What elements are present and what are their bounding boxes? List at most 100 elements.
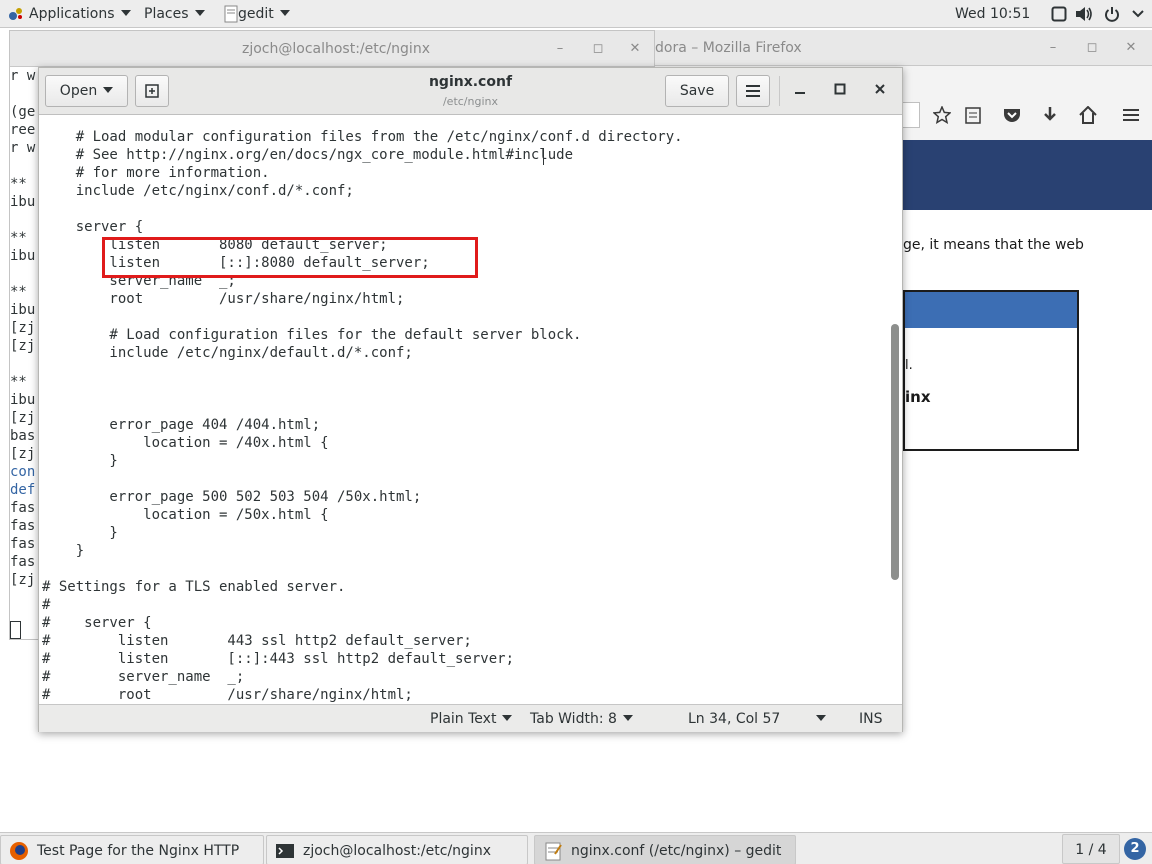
firefox-card-text: l. [905, 358, 913, 373]
close-icon[interactable]: ✕ [1119, 30, 1143, 66]
minimize-icon[interactable]: – [548, 31, 572, 67]
gedit-headerbar[interactable]: Open nginx.conf /etc/nginx Save [39, 68, 902, 115]
firefox-icon [10, 842, 28, 860]
firefox-info-card: l. inx [903, 290, 1079, 451]
firefox-title: dora – Mozilla Firefox [655, 40, 802, 56]
terminal-icon [276, 844, 294, 858]
code-line[interactable]: error_page 500 502 503 504 /50x.html; [42, 488, 421, 506]
clock[interactable]: Wed 10:51 [955, 0, 1030, 28]
places-menu[interactable]: Places [144, 0, 205, 28]
taskbar-item-firefox[interactable]: Test Page for the Nginx HTTP Ser... [0, 835, 264, 864]
code-line[interactable]: } [42, 542, 84, 560]
code-line[interactable]: # for more information. [42, 164, 270, 182]
code-line[interactable]: # server_name _; [42, 668, 244, 686]
terminal-titlebar[interactable]: zjoch@localhost:/etc/nginx – ◻ ✕ [10, 31, 654, 67]
text-editor[interactable]: # Load modular configuration files from … [39, 116, 902, 704]
language-selector[interactable]: Plain Text [430, 705, 513, 733]
top-bar: Applications Places gedit Wed 10:51 [0, 0, 1152, 28]
close-icon[interactable] [866, 78, 894, 104]
bookmark-star-icon[interactable] [933, 106, 951, 124]
vertical-scrollbar[interactable] [891, 324, 899, 580]
gedit-icon [545, 842, 562, 861]
workspace-indicator[interactable]: 1 / 4 [1062, 834, 1120, 864]
open-button-label: Open [59, 83, 98, 99]
code-line[interactable]: # Settings for a TLS enabled server. [42, 578, 345, 596]
status-bar: Plain Text Tab Width: 8 Ln 34, Col 57 IN… [39, 704, 902, 732]
cursor-position-label: Ln 34, Col 57 [688, 711, 781, 727]
firefox-card-header [905, 292, 1077, 328]
code-line[interactable]: # See http://nginx.org/en/docs/ngx_core_… [42, 146, 573, 164]
screen-icon[interactable] [1051, 6, 1067, 22]
code-line[interactable]: } [42, 452, 117, 470]
maximize-icon[interactable]: ◻ [586, 31, 610, 67]
code-line[interactable]: root /usr/share/nginx/html; [42, 290, 404, 308]
code-line[interactable]: error_page 404 /404.html; [42, 416, 320, 434]
chevron-down-icon [194, 10, 205, 16]
system-menu-chevron-icon[interactable] [1132, 10, 1144, 18]
tab-width-selector[interactable]: Tab Width: 8 [530, 705, 633, 733]
reading-list-icon[interactable] [965, 106, 981, 124]
highlight-annotation [102, 237, 478, 278]
minimize-icon[interactable] [786, 78, 814, 104]
hamburger-menu-icon [746, 85, 760, 97]
new-document-icon [145, 84, 159, 98]
document-path: /etc/nginx [442, 95, 499, 108]
chevron-down-icon [622, 715, 633, 721]
gedit-icon [224, 5, 238, 23]
app-menu-label: gedit [238, 6, 274, 22]
code-line[interactable]: # server { [42, 614, 152, 632]
code-line[interactable]: } [42, 524, 117, 542]
pocket-icon[interactable] [1003, 107, 1021, 123]
open-button[interactable]: Open [45, 75, 128, 107]
code-line[interactable]: include /etc/nginx/default.d/*.conf; [42, 344, 412, 362]
app-menu[interactable]: gedit [224, 0, 290, 28]
applications-label: Applications [29, 6, 115, 22]
volume-icon[interactable] [1075, 6, 1093, 22]
places-label: Places [144, 6, 189, 22]
code-line[interactable]: # [42, 596, 50, 614]
taskbar-item-label: Test Page for the Nginx HTTP Ser... [37, 843, 240, 859]
code-line[interactable]: # root /usr/share/nginx/html; [42, 686, 413, 704]
maximize-icon[interactable] [826, 78, 854, 104]
code-line[interactable]: server { [42, 218, 143, 236]
hamburger-menu-icon[interactable] [1122, 107, 1140, 123]
download-icon[interactable] [1042, 106, 1058, 124]
firefox-card-heading: inx [905, 388, 931, 406]
cursor-position-selector[interactable]: Ln 34, Col 57 [688, 705, 827, 733]
language-label: Plain Text [430, 711, 497, 727]
menu-button[interactable] [736, 75, 770, 107]
chevron-down-icon [120, 10, 131, 16]
chevron-down-icon [502, 715, 513, 721]
close-icon[interactable]: ✕ [623, 31, 647, 67]
taskbar-item-label: nginx.conf (/etc/nginx) – gedit [571, 843, 782, 859]
taskbar-item-label: zjoch@localhost:/etc/nginx [303, 843, 491, 859]
home-icon[interactable] [1079, 106, 1097, 124]
chevron-down-icon [103, 87, 114, 93]
firefox-page-banner [903, 140, 1152, 210]
code-line[interactable]: # listen [::]:443 ssl http2 default_serv… [42, 650, 514, 668]
power-icon[interactable] [1104, 6, 1120, 22]
chevron-down-icon [279, 10, 290, 16]
code-line[interactable]: # Load modular configuration files from … [42, 128, 683, 146]
code-line[interactable]: # listen 443 ssl http2 default_server; [42, 632, 472, 650]
notifications-badge[interactable]: 2 [1124, 838, 1146, 860]
taskbar-item-terminal[interactable]: zjoch@localhost:/etc/nginx [266, 835, 528, 864]
header-separator [779, 76, 780, 106]
gedit-window[interactable]: Open nginx.conf /etc/nginx Save # Load m… [38, 67, 903, 732]
maximize-icon[interactable]: ◻ [1080, 30, 1104, 66]
tab-width-label: Tab Width: 8 [530, 711, 617, 727]
taskbar: Test Page for the Nginx HTTP Ser... zjoc… [0, 832, 1152, 864]
minimize-icon[interactable]: – [1041, 30, 1065, 66]
new-tab-button[interactable] [135, 75, 169, 107]
code-line[interactable]: include /etc/nginx/conf.d/*.conf; [42, 182, 354, 200]
code-line[interactable]: location = /40x.html { [42, 434, 328, 452]
taskbar-item-gedit[interactable]: nginx.conf (/etc/nginx) – gedit [534, 835, 796, 864]
code-line[interactable]: location = /50x.html { [42, 506, 328, 524]
firefox-titlebar[interactable]: dora – Mozilla Firefox – ◻ ✕ [655, 30, 1152, 66]
save-button[interactable]: Save [665, 75, 729, 107]
foot-icon [9, 8, 22, 20]
firefox-body-text: ge, it means that the web [903, 237, 1084, 253]
terminal-cursor [10, 621, 21, 639]
code-line[interactable]: # Load configuration files for the defau… [42, 326, 581, 344]
applications-menu[interactable]: Applications [8, 0, 131, 28]
